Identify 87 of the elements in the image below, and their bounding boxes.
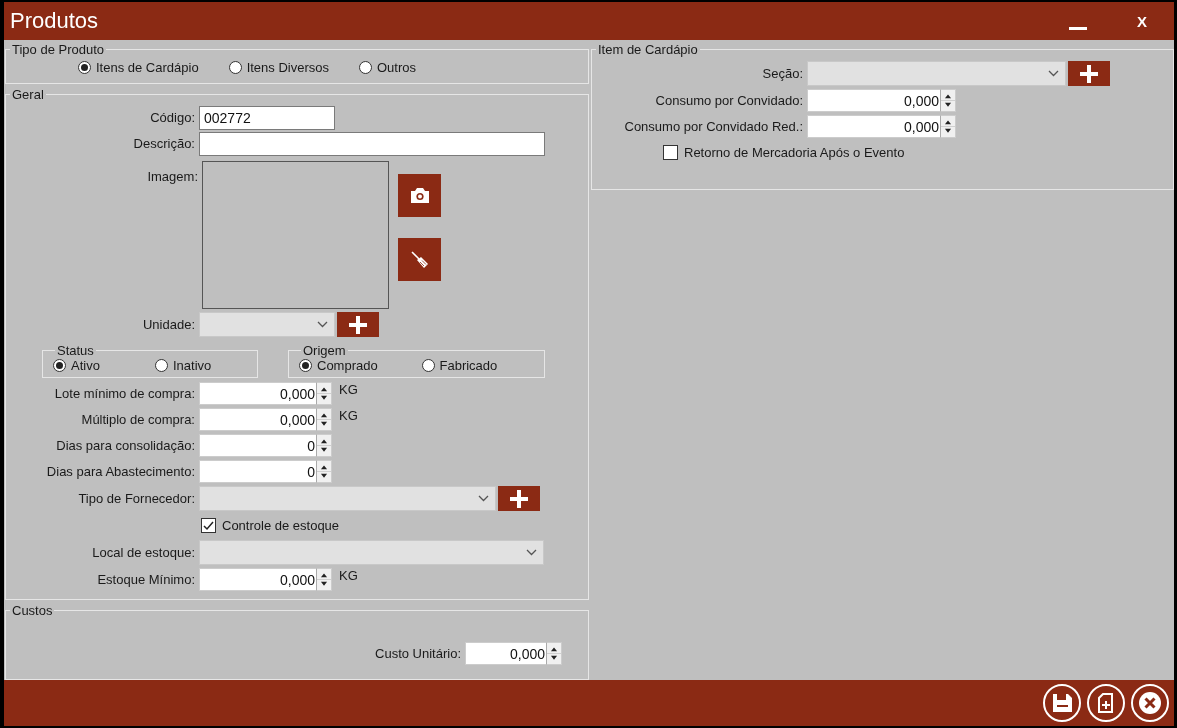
clear-button[interactable] xyxy=(398,238,441,281)
field-label: Seção: xyxy=(761,66,804,81)
camera-icon xyxy=(409,188,430,203)
radio-option[interactable]: Inativo xyxy=(155,358,257,373)
chevron-icon xyxy=(1048,70,1059,77)
group-title: Status xyxy=(56,343,95,358)
unit-label: KG xyxy=(339,568,358,583)
radio-option[interactable]: Itens Diversos xyxy=(228,60,329,75)
dropdown-field[interactable] xyxy=(199,312,335,337)
minimize-icon[interactable] xyxy=(1069,26,1087,30)
radio-circle[interactable] xyxy=(228,61,242,74)
radio-option[interactable]: Outros xyxy=(359,60,416,75)
radio-circle[interactable] xyxy=(299,359,312,372)
plus-icon xyxy=(349,315,367,334)
save-button[interactable] xyxy=(1042,683,1082,723)
save-icon xyxy=(1042,683,1082,723)
radio-option[interactable]: Comprado xyxy=(299,358,422,373)
field-label: Dias para Abastecimento: xyxy=(45,464,196,479)
spin-buttons[interactable] xyxy=(316,460,332,483)
field-label: Imagem: xyxy=(146,168,199,184)
radio-option[interactable]: Fabricado xyxy=(421,358,544,373)
checkbox-option[interactable]: Retorno de Mercadoria Após o Evento xyxy=(663,145,905,160)
radio-option[interactable]: Ativo xyxy=(53,358,155,373)
field-label: Unidade: xyxy=(141,317,196,332)
group-title: Item de Cardápio xyxy=(597,42,699,57)
number-field[interactable]: 0 xyxy=(199,460,316,483)
spin-buttons[interactable] xyxy=(546,642,562,665)
field-label: Descrição: xyxy=(132,136,196,151)
number-field[interactable]: 0 xyxy=(199,434,316,457)
field-label: Custo Unitário: xyxy=(374,646,462,661)
number-field[interactable]: 0,000 xyxy=(199,382,316,405)
add-button[interactable] xyxy=(337,312,379,337)
unit-label: KG xyxy=(339,382,358,397)
dropdown-field[interactable] xyxy=(807,61,1066,86)
checkbox-option[interactable]: Controle de estoque xyxy=(201,518,340,533)
field-label: Código: xyxy=(149,110,196,125)
camera-button[interactable] xyxy=(398,174,441,217)
field-label: Consumo por Convidado: xyxy=(654,93,804,108)
field-label: Local de estoque: xyxy=(91,545,196,560)
chevron-icon xyxy=(526,549,537,556)
chevron-icon xyxy=(317,321,328,328)
field-label: Tipo de Fornecedor: xyxy=(77,491,196,506)
close-button[interactable]: X xyxy=(1133,10,1151,32)
spin-buttons[interactable] xyxy=(316,568,332,591)
text-field[interactable] xyxy=(199,131,545,156)
plus-icon xyxy=(510,489,528,508)
number-field[interactable]: 0,000 xyxy=(199,408,316,431)
add-button[interactable] xyxy=(498,486,540,511)
add-button[interactable] xyxy=(1068,61,1110,86)
radio-circle[interactable] xyxy=(359,61,372,74)
window-title: Produtos xyxy=(10,8,100,34)
text-field[interactable]: 002772 xyxy=(199,105,335,130)
chevron-icon xyxy=(478,495,489,502)
cancel-button[interactable] xyxy=(1130,683,1170,723)
spin-buttons[interactable] xyxy=(316,382,332,405)
group-title: Tipo de Produto xyxy=(11,42,106,57)
group-title: Origem xyxy=(302,343,347,358)
field-label: Múltiplo de compra: xyxy=(80,412,196,427)
number-field[interactable]: 0,000 xyxy=(465,642,546,665)
close-icon xyxy=(1130,683,1170,723)
field-label: Estoque Mínimo: xyxy=(96,572,196,587)
field-label: Consumo por Convidado Red.: xyxy=(623,119,804,134)
unit-label: KG xyxy=(339,408,358,423)
number-field[interactable]: 0,000 xyxy=(807,89,940,112)
spin-buttons[interactable] xyxy=(316,434,332,457)
number-field[interactable]: 0,000 xyxy=(807,115,940,138)
field-label: Dias para consolidação: xyxy=(55,438,196,453)
radio-circle[interactable] xyxy=(155,359,168,372)
spin-buttons[interactable] xyxy=(316,408,332,431)
number-field[interactable]: 0,000 xyxy=(199,568,316,591)
checkbox[interactable] xyxy=(663,145,678,160)
radio-circle[interactable] xyxy=(53,359,66,372)
group-title: Custos xyxy=(11,603,54,618)
plus-icon xyxy=(1080,64,1098,83)
dropdown-field[interactable] xyxy=(199,486,496,511)
spin-buttons[interactable] xyxy=(940,115,956,138)
radio-circle[interactable] xyxy=(78,61,91,74)
add-document-icon xyxy=(1086,683,1126,723)
checkbox[interactable] xyxy=(201,518,216,533)
field-label: Lote mínimo de compra: xyxy=(53,386,196,401)
broom-icon xyxy=(410,250,429,269)
spin-buttons[interactable] xyxy=(940,89,956,112)
dropdown-field[interactable] xyxy=(199,540,544,565)
radio-circle[interactable] xyxy=(421,359,435,372)
new-button[interactable] xyxy=(1086,683,1126,723)
group-title: Geral xyxy=(11,87,45,102)
radio-option[interactable]: Itens de Cardápio xyxy=(78,60,199,75)
